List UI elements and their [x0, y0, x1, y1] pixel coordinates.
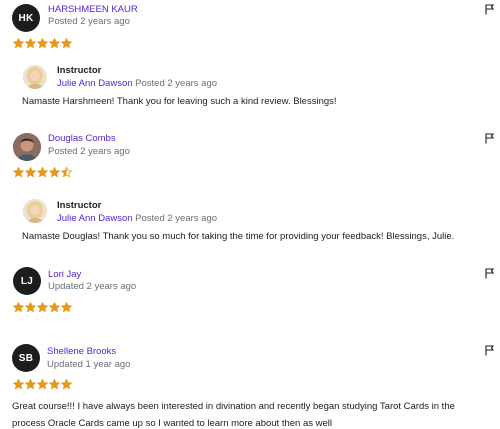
flag-icon[interactable]	[485, 268, 495, 279]
instructor-avatar	[23, 199, 47, 223]
flag-icon[interactable]	[485, 4, 495, 15]
reply-header: Julie Ann Dawson Posted 2 years ago	[57, 213, 217, 224]
reply-date: Posted 2 years ago	[135, 78, 218, 89]
avatar: HK	[12, 4, 40, 32]
review-card: Douglas Combs Posted 2 years ago Instruc…	[0, 129, 500, 261]
reply-header: Julie Ann Dawson Posted 2 years ago	[57, 78, 217, 89]
avatar: SB	[12, 344, 40, 372]
review-text: Great course!!! I have always been inter…	[12, 401, 455, 429]
star-icon	[61, 302, 72, 313]
star-icon	[49, 167, 60, 178]
star-icon	[25, 167, 36, 178]
star-icon	[13, 302, 24, 313]
star-icon	[25, 379, 36, 390]
reply-text: Namaste Harshmeen! Thank you for leaving…	[22, 96, 337, 107]
reviewer-name[interactable]: HARSHMEEN KAUR	[48, 4, 138, 15]
star-rating	[13, 38, 72, 49]
reply-date: Posted 2 years ago	[135, 213, 218, 224]
star-icon	[13, 167, 24, 178]
instructor-avatar	[23, 65, 47, 89]
avatar	[13, 133, 41, 161]
flag-icon[interactable]	[485, 133, 495, 144]
flag-icon[interactable]	[485, 345, 495, 356]
star-icon	[13, 379, 24, 390]
star-icon	[37, 38, 48, 49]
review-date: Updated 1 year ago	[47, 359, 131, 370]
reply-text: Namaste Douglas! Thank you so much for t…	[22, 231, 455, 242]
star-icon	[37, 167, 48, 178]
review-card: SB Shellene Brooks Updated 1 year ago Gr…	[0, 341, 500, 429]
half-star-icon	[61, 167, 72, 178]
reply-role: Instructor	[57, 65, 102, 76]
avatar: LJ	[13, 267, 41, 295]
star-rating	[13, 167, 72, 178]
star-icon	[37, 302, 48, 313]
star-rating	[13, 302, 72, 313]
star-icon	[25, 38, 36, 49]
review-card: LJ Lori Jay Updated 2 years ago	[0, 261, 500, 341]
reviewer-name[interactable]: Lori Jay	[48, 269, 81, 280]
star-icon	[61, 38, 72, 49]
star-icon	[49, 302, 60, 313]
review-card: HK HARSHMEEN KAUR Posted 2 years ago Ins…	[0, 0, 500, 129]
star-icon	[37, 379, 48, 390]
review-date: Updated 2 years ago	[48, 281, 137, 292]
star-icon	[61, 379, 72, 390]
star-icon	[13, 38, 24, 49]
star-icon	[49, 379, 60, 390]
star-icon	[25, 302, 36, 313]
reviewer-name[interactable]: Shellene Brooks	[47, 346, 116, 357]
reviewer-name[interactable]: Douglas Combs	[48, 133, 116, 144]
reply-role: Instructor	[57, 200, 102, 211]
star-icon	[49, 38, 60, 49]
review-date: Posted 2 years ago	[48, 146, 130, 157]
instructor-name[interactable]: Julie Ann Dawson	[57, 213, 133, 224]
star-rating	[13, 379, 72, 390]
review-date: Posted 2 years ago	[48, 16, 130, 27]
reviews-list: HK HARSHMEEN KAUR Posted 2 years ago Ins…	[0, 0, 500, 429]
instructor-name[interactable]: Julie Ann Dawson	[57, 78, 133, 89]
